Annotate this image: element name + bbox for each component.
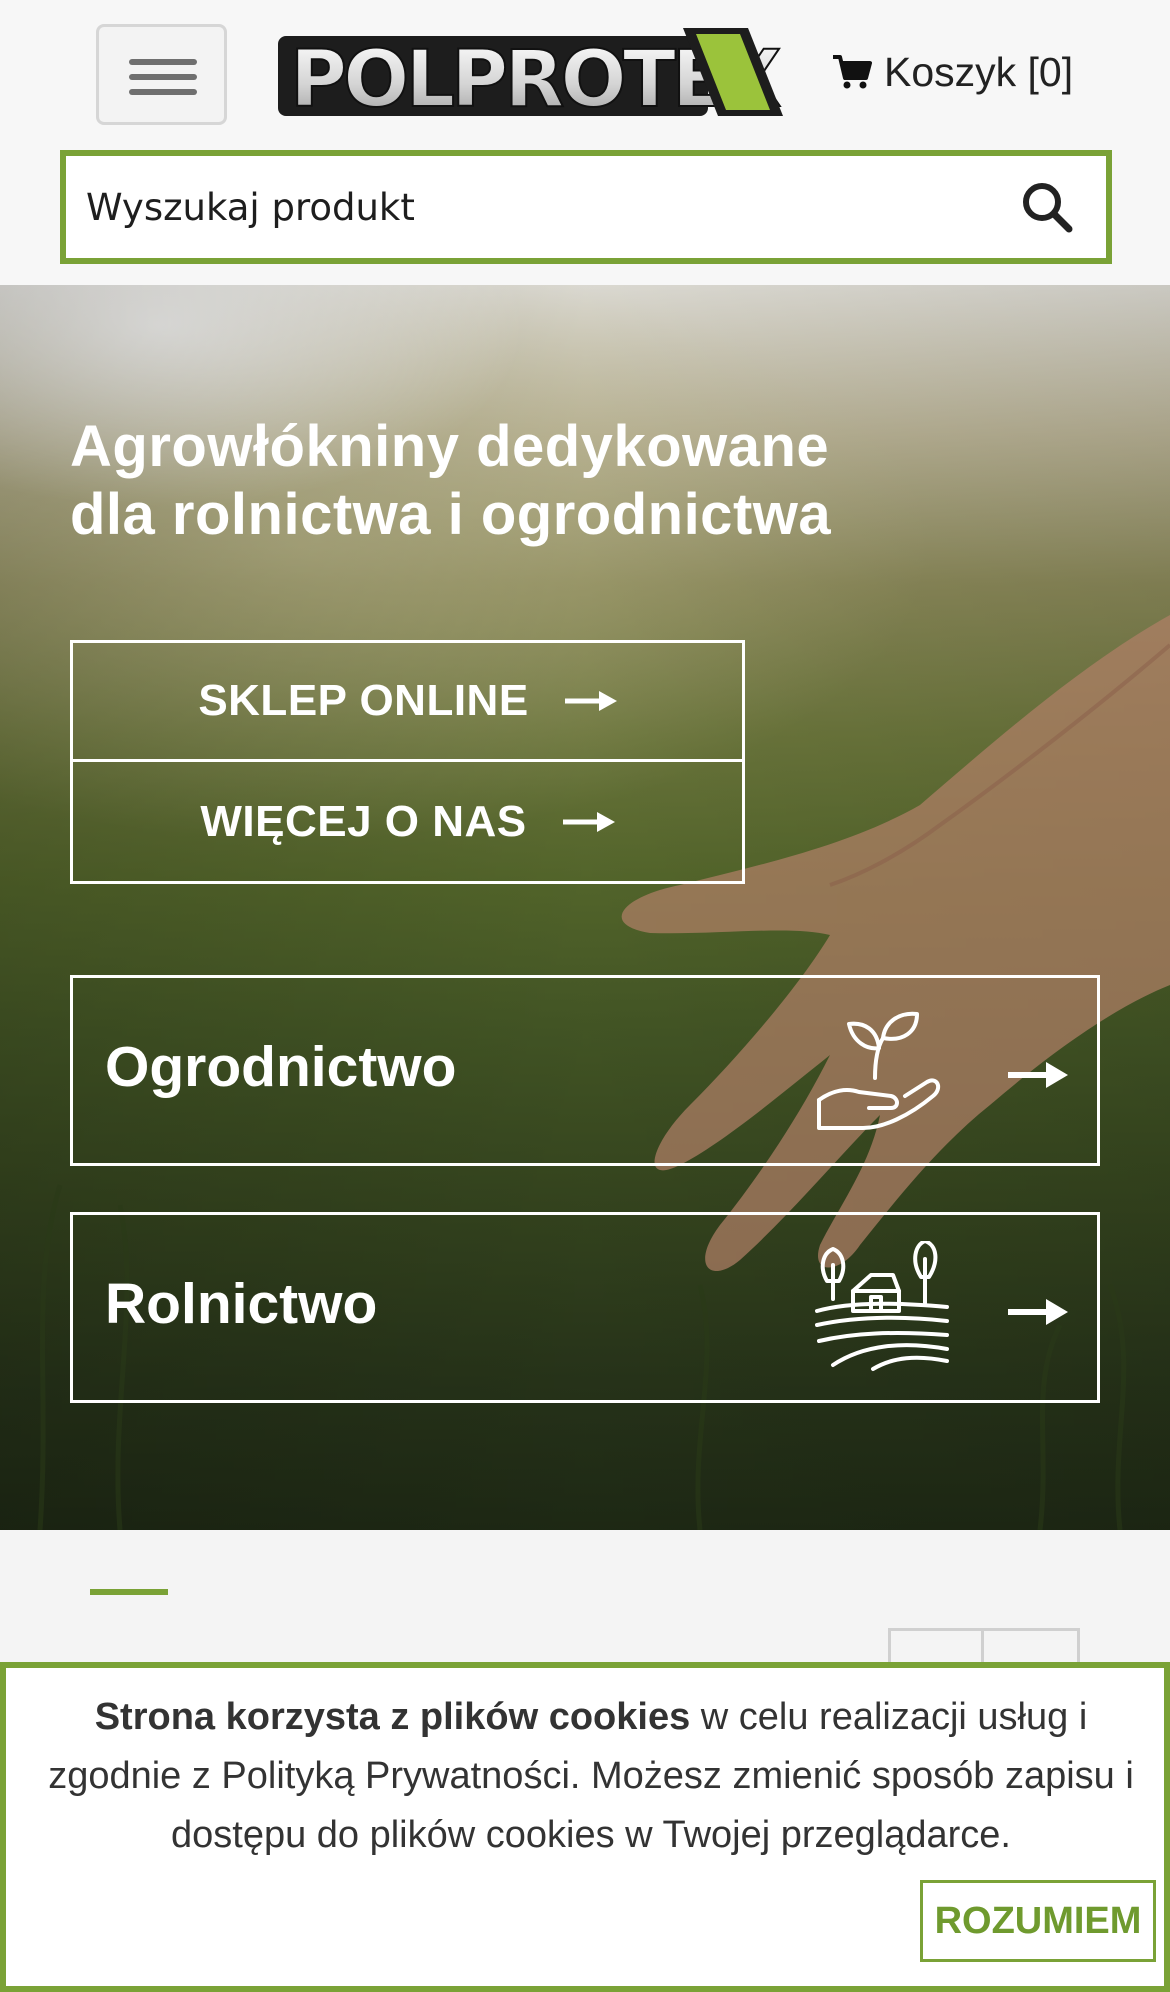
hero-title-line-2: dla rolnictwa i ogrodnictwa: [70, 482, 832, 547]
cookie-banner: Strona korzysta z plików cookies w celu …: [0, 1662, 1170, 1992]
hamburger-menu-icon: [129, 59, 197, 65]
hero-title: Agrowłókniny dedykowane dla rolnictwa i …: [70, 413, 970, 549]
menu-button[interactable]: [96, 24, 227, 125]
cart-icon: [833, 55, 872, 89]
hero-banner: Agrowłókniny dedykowane dla rolnictwa i …: [0, 285, 1170, 1530]
search-icon[interactable]: [1020, 180, 1074, 234]
search-input[interactable]: [86, 174, 986, 240]
shop-online-label: SKLEP ONLINE: [198, 676, 529, 725]
about-us-label: WIĘCEJ O NAS: [200, 796, 527, 846]
hamburger-line: [129, 74, 197, 80]
category-gardening-label: Ogrodnictwo: [105, 1035, 457, 1099]
arrow-right-icon: [1008, 1299, 1068, 1325]
search-bar: [60, 150, 1112, 264]
category-agriculture[interactable]: Rolnictwo: [70, 1212, 1100, 1403]
plant-in-hand-icon: [817, 1011, 941, 1130]
category-agriculture-label: Rolnictwo: [105, 1272, 378, 1336]
arrow-right-icon: [1008, 1062, 1068, 1088]
about-us-button[interactable]: WIĘCEJ O NAS: [70, 762, 745, 884]
hamburger-line: [129, 89, 197, 95]
cookie-message: Strona korzysta z plików cookies w celu …: [36, 1688, 1146, 1865]
section-accent-line: [90, 1589, 168, 1595]
cart-label: Koszyk [0]: [884, 48, 1074, 95]
cart-link[interactable]: Koszyk [0]: [832, 46, 1073, 98]
shop-online-button[interactable]: SKLEP ONLINE: [70, 640, 745, 762]
hero-title-line-1: Agrowłókniny dedykowane: [70, 414, 830, 479]
arrow-right-icon: [562, 811, 615, 832]
cookie-message-bold: Strona korzysta z plików cookies: [94, 1696, 691, 1738]
logo[interactable]: POLPROTEX: [278, 20, 788, 126]
arrow-right-icon: [564, 691, 617, 711]
cookie-accept-button[interactable]: ROZUMIEM: [920, 1880, 1156, 1962]
category-gardening[interactable]: Ogrodnictwo: [70, 975, 1100, 1166]
farm-landscape-icon: [815, 1241, 949, 1371]
site-header: POLPROTEX Koszyk [0]: [0, 0, 1170, 285]
